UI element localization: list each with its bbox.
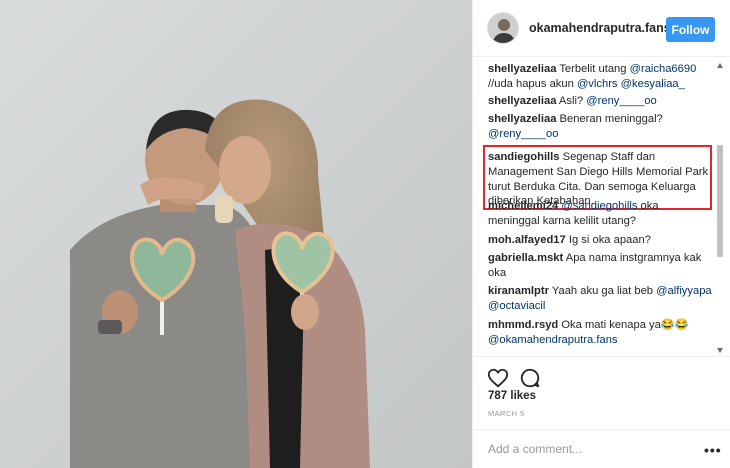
likes-count[interactable]: 787 likes (488, 390, 536, 402)
comment-text: Beneran meninggal? (556, 113, 663, 125)
post-header: okamahendraputra.fans Follow (473, 0, 730, 57)
comment-item: michellemi24 @sandiegohills oka meningga… (488, 199, 712, 229)
mention-link[interactable]: @reny____oo (488, 128, 558, 140)
comment-username[interactable]: shellyazeliaa (488, 113, 556, 125)
post-date: MARCH 5 (488, 409, 525, 418)
comment-username[interactable]: moh.alfayed17 (488, 234, 566, 246)
comment-item: shellyazeliaa Asli? @reny____oo (488, 94, 712, 109)
comment-item: shellyazeliaa Terbelit utang @raicha6690… (488, 62, 712, 92)
scroll-thumb[interactable] (717, 145, 723, 257)
post-side-panel: okamahendraputra.fans Follow shellyazeli… (472, 0, 730, 468)
comment-item: kiranamlptr Yaah aku ga liat beb @alfiyy… (488, 284, 712, 314)
avatar-image (488, 13, 518, 43)
comment-username[interactable]: gabriella.mskt (488, 252, 563, 264)
comment-item: gabriella.mskt Apa nama instgramnya kak … (488, 251, 712, 281)
add-comment-bar: ••• (473, 429, 730, 468)
mention-link[interactable]: @okamahendraputra.fans (488, 334, 618, 346)
comment-text: Terbelit utang (556, 63, 630, 75)
follow-button[interactable]: Follow (666, 17, 715, 42)
mention-link[interactable]: @sandiegohills (561, 200, 637, 212)
comment-text: //uda hapus akun (488, 77, 577, 90)
heart-icon[interactable] (487, 367, 509, 389)
comment-list: shellyazeliaa Terbelit utang @raicha6690… (473, 58, 730, 356)
comment-item: moh.alfayed17 Ig si oka apaan? (488, 233, 712, 248)
avatar[interactable] (487, 12, 519, 44)
mention-link[interactable]: @vlchrs (577, 78, 618, 90)
comment-item: shellyazeliaa Beneran meninggal? @reny__… (488, 112, 712, 142)
comment-item: mhmmd.rsyd Oka mati kenapa ya😂😂 @okamahe… (488, 318, 712, 348)
comment-text: Asli? (556, 95, 587, 107)
post-username[interactable]: okamahendraputra.fans (529, 21, 671, 35)
more-options-icon[interactable]: ••• (704, 442, 722, 458)
comment-text: Ig si oka apaan? (565, 234, 651, 246)
post-actions: 787 likes MARCH 5 (473, 356, 730, 418)
comment-username[interactable]: mhmmd.rsyd (488, 319, 558, 331)
comments-scrollbar[interactable] (717, 63, 723, 353)
mention-link[interactable]: @kesyaliaa_ (621, 78, 685, 90)
speech-bubble-icon[interactable] (519, 367, 541, 389)
scroll-up-arrow-icon[interactable] (717, 63, 723, 68)
comment-username[interactable]: kiranamlptr (488, 285, 549, 297)
comment-username[interactable]: shellyazeliaa (488, 95, 556, 107)
mention-link[interactable]: @raicha6690 (630, 63, 697, 75)
comment-username[interactable]: shellyazeliaa (488, 63, 556, 75)
comment-text: Yaah aku ga liat beb (548, 285, 657, 297)
post-photo (0, 0, 472, 468)
comment-username[interactable]: michellemi24 (488, 200, 558, 212)
comment-text: Oka mati kenapa ya😂😂 (558, 319, 689, 331)
mention-link[interactable]: @octaviacil (488, 300, 545, 312)
mention-link[interactable]: @reny____oo (586, 95, 656, 107)
add-comment-input[interactable] (488, 440, 688, 458)
scroll-down-arrow-icon[interactable] (717, 348, 723, 353)
comment-username[interactable]: sandiegohills (488, 151, 560, 163)
mention-link[interactable]: @alfiyyapa (656, 285, 712, 297)
